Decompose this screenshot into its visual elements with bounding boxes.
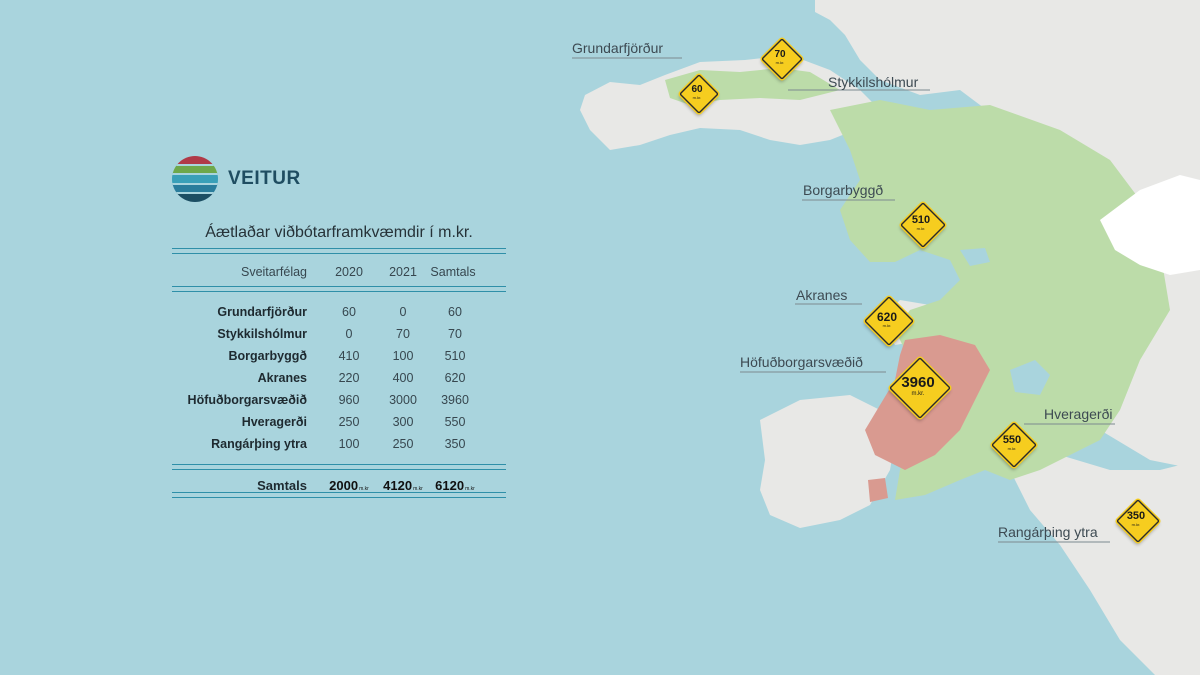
marker-borgarbyggd[interactable]: 510 m.kr.	[900, 202, 946, 248]
marker-unit: m.kr.	[692, 94, 702, 100]
row-total: 620	[444, 371, 466, 385]
divider	[172, 464, 506, 470]
map-label-akranes: Akranes	[796, 287, 848, 303]
row-name: Borgarbyggð	[228, 349, 307, 363]
marker-stykkilsholmur[interactable]: 70 m.kr.	[761, 38, 803, 80]
totals-total: 6120m.kr	[430, 478, 480, 493]
header-2020: 2020	[335, 265, 363, 279]
map-label-borgarbyggd: Borgarbyggð	[803, 182, 884, 198]
row-name: Höfuðborgarsvæðið	[187, 393, 307, 407]
row-2021: 250	[392, 437, 414, 451]
row-2021: 70	[396, 327, 410, 341]
marker-value: 60	[691, 83, 703, 95]
row-2021: 400	[392, 371, 414, 385]
marker-value: 510	[911, 214, 931, 226]
totals-2021-value: 4120	[383, 478, 413, 493]
map-label-stykkilsholmur: Stykkilshólmur	[828, 74, 919, 90]
marker-rangarthing-ytra[interactable]: 350 m.kr.	[1116, 499, 1160, 543]
map-label-hofudborgarsvaedid: Höfuðborgarsvæðið	[740, 354, 863, 370]
marker-hofudborgarsvaedid[interactable]: 3960 m.kr.	[889, 357, 951, 419]
marker-value: 350	[1126, 510, 1146, 522]
row-total: 3960	[441, 393, 469, 407]
row-name: Rangárþing ytra	[211, 437, 307, 451]
marker-akranes[interactable]: 620 m.kr.	[864, 296, 914, 346]
marker-hveragerdi[interactable]: 550 m.kr.	[991, 422, 1037, 468]
row-2020: 960	[338, 393, 360, 407]
row-name: Hveragerði	[241, 415, 307, 429]
row-total: 510	[444, 349, 466, 363]
marker-value: 620	[876, 309, 898, 324]
marker-unit: m.kr.	[916, 226, 926, 231]
row-total: 550	[444, 415, 466, 429]
divider	[172, 492, 506, 498]
table-title: Áætlaðar viðbótarframkvæmdir í m.kr.	[205, 224, 473, 241]
totals-2021: 4120m.kr	[378, 478, 428, 493]
table-row: Stykkilshólmur 0 70 70	[172, 327, 506, 347]
marker-unit: m.kr.	[911, 391, 925, 397]
row-2021: 300	[392, 415, 414, 429]
header-2021: 2021	[389, 265, 417, 279]
row-total: 350	[444, 437, 466, 451]
row-2020: 220	[338, 371, 360, 385]
marker-unit: m.kr.	[882, 322, 892, 328]
row-2021: 3000	[389, 393, 417, 407]
row-2020: 250	[338, 415, 360, 429]
divider	[172, 286, 506, 292]
row-name: Stykkilshólmur	[217, 327, 307, 341]
table-row: Rangárþing ytra 100 250 350	[172, 437, 506, 457]
marker-value: 550	[1002, 434, 1022, 446]
marker-unit: m.kr.	[1131, 522, 1141, 527]
logo-text: VEITUR	[228, 168, 301, 189]
marker-value: 70	[774, 48, 786, 60]
totals-label: Samtals	[257, 478, 307, 493]
logo-mark-icon	[172, 156, 218, 202]
marker-value: 3960	[901, 374, 935, 391]
map-label-grundarfjordur: Grundarfjörður	[572, 40, 664, 56]
row-2020: 100	[338, 437, 360, 451]
row-name: Grundarfjörður	[217, 305, 307, 319]
table-row: Akranes 220 400 620	[172, 371, 506, 391]
map-label-hveragerdi: Hveragerði	[1044, 406, 1113, 422]
row-2020: 410	[338, 349, 360, 363]
map-label-rangarthing-ytra: Rangárþing ytra	[998, 524, 1098, 540]
marker-unit: m.kr.	[775, 59, 785, 65]
row-2020: 60	[342, 305, 356, 319]
marker-grundarfjordur[interactable]: 60 m.kr.	[679, 74, 719, 114]
row-2021: 100	[392, 349, 414, 363]
totals-total-value: 6120	[435, 478, 465, 493]
table-row: Hveragerði 250 300 550	[172, 415, 506, 435]
row-2021: 0	[399, 305, 407, 319]
veitur-logo: VEITUR	[172, 156, 301, 202]
table-row: Höfuðborgarsvæðið 960 3000 3960	[172, 393, 506, 413]
header-name: Sveitarfélag	[240, 265, 307, 279]
row-total: 60	[448, 305, 462, 319]
marker-unit: m.kr.	[1007, 446, 1017, 451]
totals-2020: 2000m.kr	[324, 478, 374, 493]
row-total: 70	[448, 327, 462, 341]
table-row: Borgarbyggð 410 100 510	[172, 349, 506, 369]
header-total: Samtals	[430, 265, 476, 279]
row-2020: 0	[345, 327, 353, 341]
row-name: Akranes	[257, 371, 307, 385]
totals-2020-value: 2000	[329, 478, 359, 493]
table-row: Grundarfjörður 60 0 60	[172, 305, 506, 325]
divider	[172, 248, 506, 254]
